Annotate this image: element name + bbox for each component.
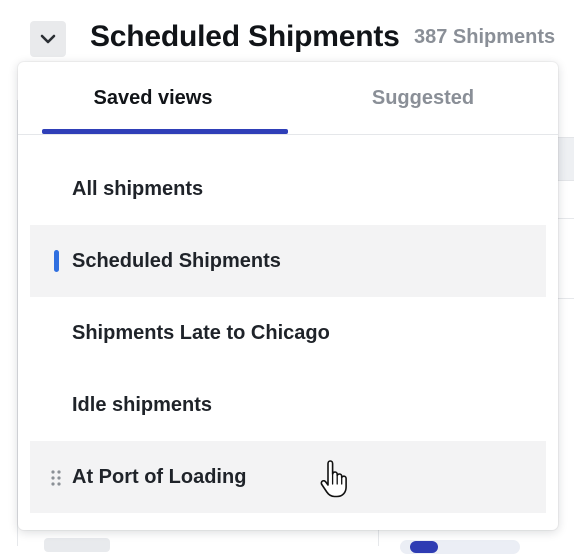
view-item-at-port-of-loading[interactable]: At Port of Loading	[30, 441, 546, 513]
background-pill-dot	[410, 541, 438, 553]
active-tab-underline	[42, 129, 288, 134]
page-title: Scheduled Shipments	[90, 20, 400, 53]
view-dropdown-toggle-button[interactable]	[30, 21, 66, 57]
chevron-down-icon	[40, 34, 56, 44]
selected-indicator	[54, 250, 59, 272]
saved-views-dropdown: Saved views Suggested All shipments Sche…	[18, 62, 558, 530]
view-item-label: All shipments	[72, 177, 204, 200]
dropdown-tabs: Saved views Suggested	[18, 62, 558, 135]
view-item-label: At Port of Loading	[72, 465, 247, 488]
view-item-idle-shipments[interactable]: Idle shipments	[30, 369, 546, 441]
shipment-count: 387 Shipments	[414, 26, 556, 48]
hand-pointer-cursor-icon	[318, 460, 352, 498]
view-item-label: Idle shipments	[72, 393, 213, 416]
drag-handle-icon[interactable]	[50, 469, 62, 487]
tab-suggested-label: Suggested	[371, 86, 475, 109]
view-item-scheduled-shipments[interactable]: Scheduled Shipments	[30, 225, 546, 297]
view-item-label: Scheduled Shipments	[72, 249, 281, 272]
view-item-all-shipments[interactable]: All shipments	[30, 153, 546, 225]
tab-saved-views[interactable]: Saved views	[18, 62, 288, 134]
view-item-shipments-late-to-chicago[interactable]: Shipments Late to Chicago	[30, 297, 546, 369]
view-item-label: Shipments Late to Chicago	[72, 321, 330, 344]
tab-saved-views-label: Saved views	[93, 86, 213, 109]
tab-suggested[interactable]: Suggested	[288, 62, 558, 134]
background-chip	[44, 538, 110, 552]
